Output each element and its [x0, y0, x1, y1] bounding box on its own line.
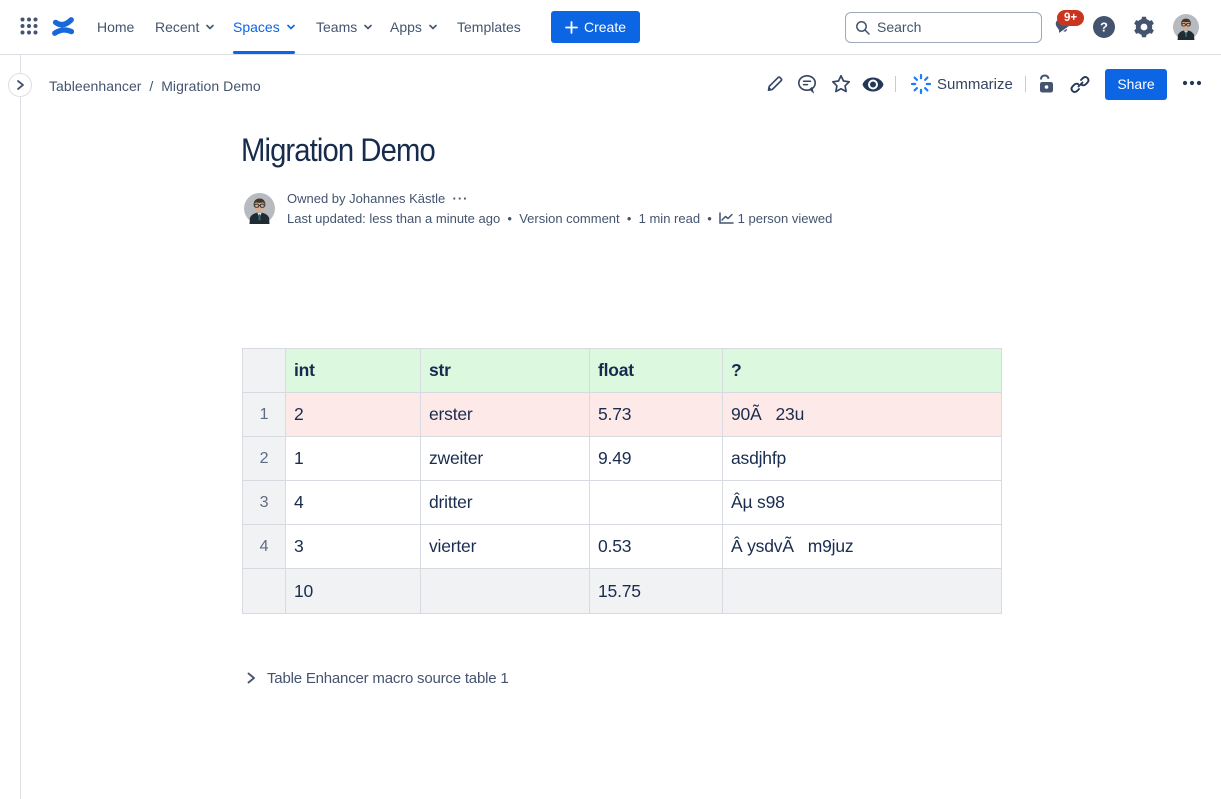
svg-text:?: ? — [1100, 20, 1108, 35]
